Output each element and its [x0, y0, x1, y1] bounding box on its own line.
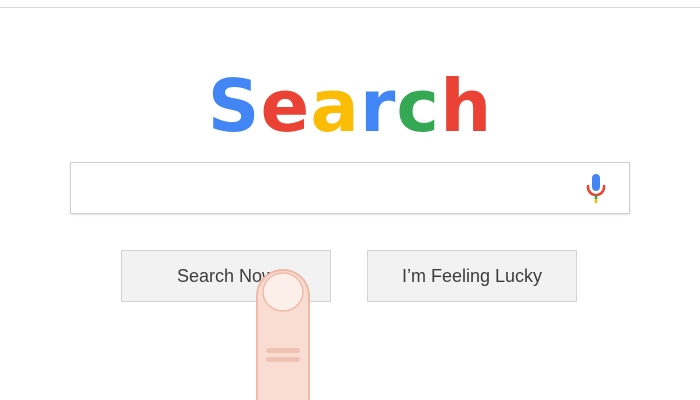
logo-letter: c: [396, 64, 441, 148]
logo-letter: S: [207, 64, 261, 148]
microphone-icon[interactable]: [581, 172, 611, 206]
logo-letter: h: [440, 64, 493, 148]
logo-letter: e: [260, 64, 311, 148]
search-now-button[interactable]: Search Now: [121, 250, 331, 302]
feeling-lucky-button[interactable]: I’m Feeling Lucky: [367, 250, 577, 302]
search-input[interactable]: [83, 163, 567, 215]
top-bar: [0, 0, 700, 8]
logo-letter: a: [310, 64, 360, 148]
search-box[interactable]: [70, 162, 630, 215]
logo-letter: r: [359, 64, 397, 148]
search-page: Search Search Now I’m Feeling Lucky: [0, 0, 700, 400]
search-logo: Search: [0, 66, 700, 146]
